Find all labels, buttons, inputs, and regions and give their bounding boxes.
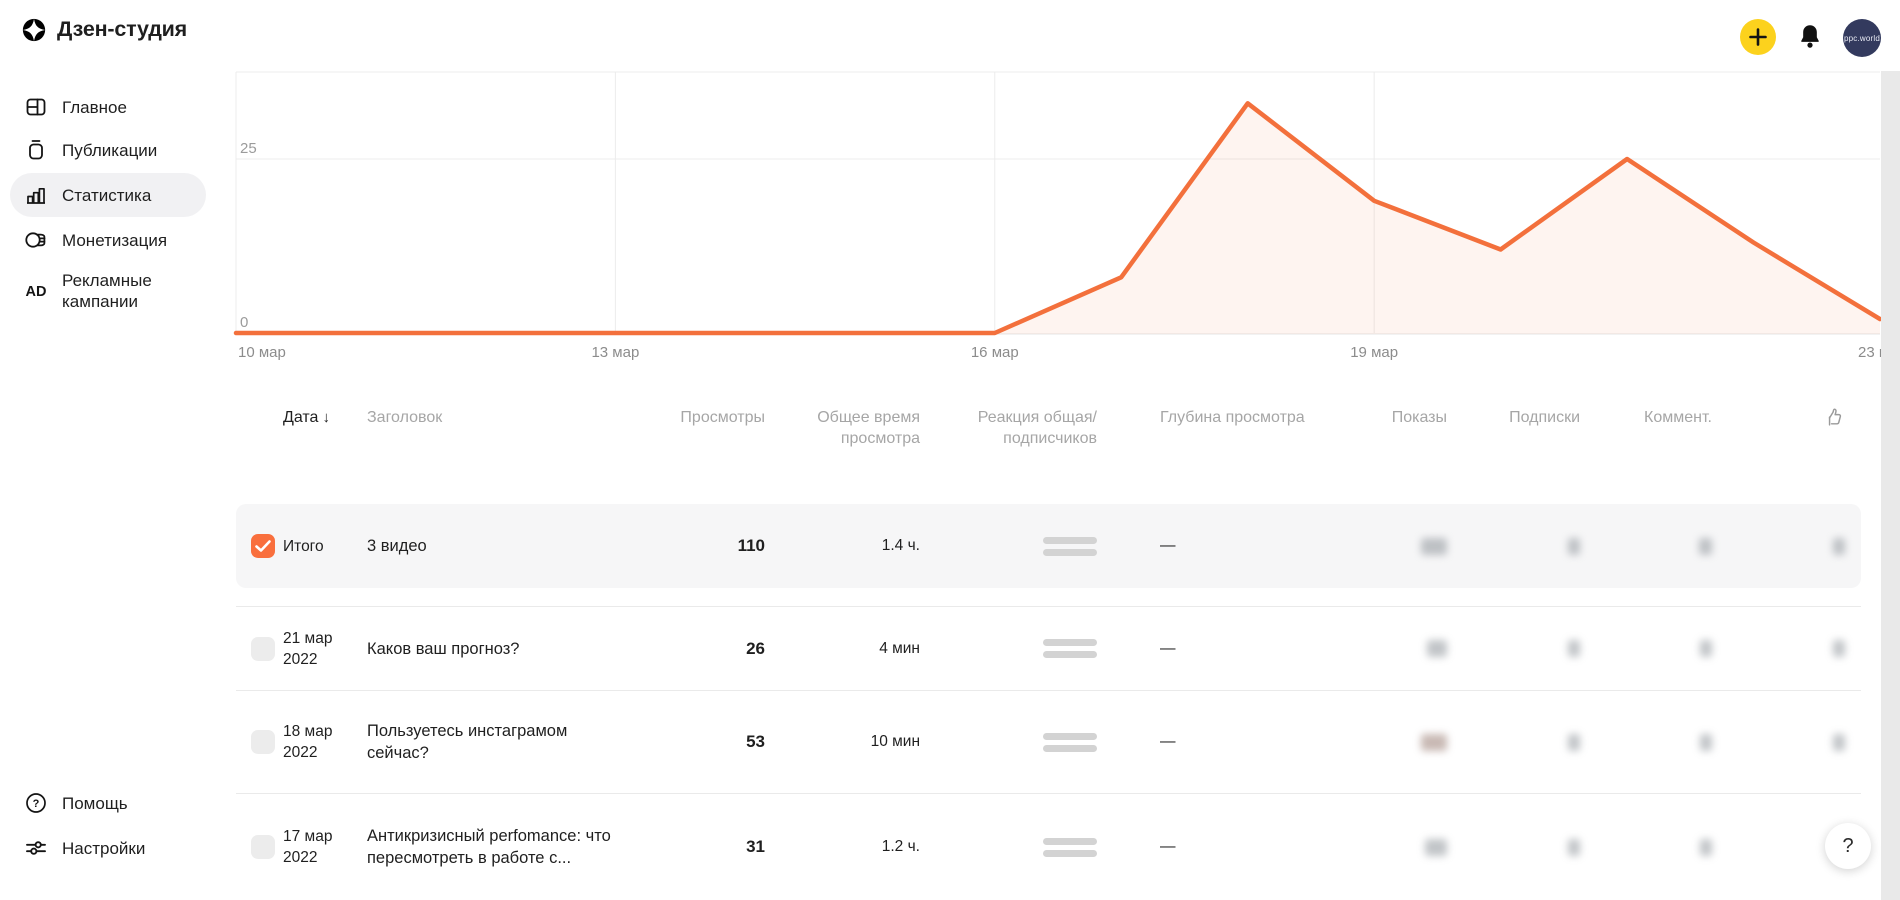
row-subscriptions — [1447, 607, 1580, 690]
blurred-value — [1568, 640, 1580, 657]
row-date: 21 мар2022 — [283, 607, 367, 690]
row-views: 110 — [640, 504, 765, 588]
row-impressions — [1310, 794, 1447, 900]
row-checkbox[interactable] — [251, 637, 275, 661]
blurred-value — [1833, 538, 1845, 555]
blurred-value — [1833, 734, 1845, 751]
hidden-bars — [1043, 838, 1097, 857]
sidebar-item-help[interactable]: ? Помощь — [0, 782, 212, 824]
blurred-value — [1427, 640, 1447, 657]
sidebar-item-settings[interactable]: Настройки — [0, 827, 212, 869]
row-subscriptions — [1447, 794, 1580, 900]
blurred-value — [1421, 538, 1447, 555]
row-impressions — [1310, 504, 1447, 588]
row-views: 31 — [640, 794, 765, 900]
row-comments — [1580, 691, 1712, 793]
row-watch-time: 1.2 ч. — [765, 794, 920, 900]
table-row[interactable]: 17 мар2022 Антикризисный perfomance: что… — [236, 793, 1861, 900]
row-comments — [1580, 794, 1712, 900]
row-impressions — [1310, 691, 1447, 793]
hidden-bars — [1043, 537, 1097, 556]
row-date: 17 мар2022 — [283, 794, 367, 900]
row-title: Пользуетесь инстаграмом сейчас? — [367, 691, 640, 793]
hidden-bars — [1043, 639, 1097, 658]
table-row[interactable]: 21 мар2022 Каков ваш прогноз? 26 4 мин — — [236, 606, 1861, 690]
blurred-value — [1568, 734, 1580, 751]
row-comments — [1580, 504, 1712, 588]
svg-text:?: ? — [33, 798, 40, 810]
scrollbar-track[interactable] — [1881, 71, 1900, 900]
hidden-bars — [1043, 733, 1097, 752]
row-checkbox[interactable] — [251, 730, 275, 754]
row-checkbox[interactable] — [251, 835, 275, 859]
sidebar-item-label: Настройки — [62, 838, 145, 859]
help-button[interactable]: ? — [1825, 823, 1871, 869]
table-row[interactable]: Итого 3 видео 110 1.4 ч. — — [236, 504, 1861, 588]
row-title: Каков ваш прогноз? — [367, 607, 640, 690]
checkmark-icon — [251, 534, 275, 558]
row-depth: — — [1100, 794, 1310, 900]
row-checkbox[interactable] — [251, 534, 275, 558]
row-likes — [1712, 607, 1845, 690]
zen-studio-app: Дзен-студия Главное Публикации Статистик… — [0, 0, 1900, 900]
row-subscriptions — [1447, 691, 1580, 793]
row-depth: — — [1100, 607, 1310, 690]
blurred-value — [1833, 640, 1845, 657]
sliders-icon — [24, 836, 48, 860]
row-views: 26 — [640, 607, 765, 690]
row-watch-time: 4 мин — [765, 607, 920, 690]
blurred-value — [1700, 839, 1712, 856]
question-circle-icon: ? — [24, 791, 48, 815]
blurred-value — [1699, 538, 1712, 555]
row-date: 18 мар2022 — [283, 691, 367, 793]
blurred-value — [1425, 839, 1447, 856]
row-depth: — — [1100, 691, 1310, 793]
row-reaction-hidden — [920, 691, 1100, 793]
row-impressions — [1310, 607, 1447, 690]
row-reaction-hidden — [920, 794, 1100, 900]
blurred-value — [1421, 734, 1447, 751]
blurred-value — [1568, 839, 1580, 856]
blurred-value — [1568, 538, 1580, 555]
row-depth: — — [1100, 504, 1310, 588]
stats-table-body: Итого 3 видео 110 1.4 ч. — 21 мар2022 Ка… — [236, 0, 1861, 900]
blurred-value — [1700, 734, 1712, 751]
row-views: 53 — [640, 691, 765, 793]
row-watch-time: 1.4 ч. — [765, 504, 920, 588]
row-likes — [1712, 691, 1845, 793]
row-title: 3 видео — [367, 504, 640, 588]
row-reaction-hidden — [920, 607, 1100, 690]
blurred-value — [1700, 640, 1712, 657]
row-comments — [1580, 607, 1712, 690]
row-likes — [1712, 504, 1845, 588]
row-watch-time: 10 мин — [765, 691, 920, 793]
row-date: Итого — [283, 504, 367, 588]
row-title: Антикризисный perfomance: что пересмотре… — [367, 794, 640, 900]
row-subscriptions — [1447, 504, 1580, 588]
sidebar-item-label: Помощь — [62, 793, 128, 814]
row-reaction-hidden — [920, 504, 1100, 588]
table-row[interactable]: 18 мар2022 Пользуетесь инстаграмом сейча… — [236, 690, 1861, 793]
